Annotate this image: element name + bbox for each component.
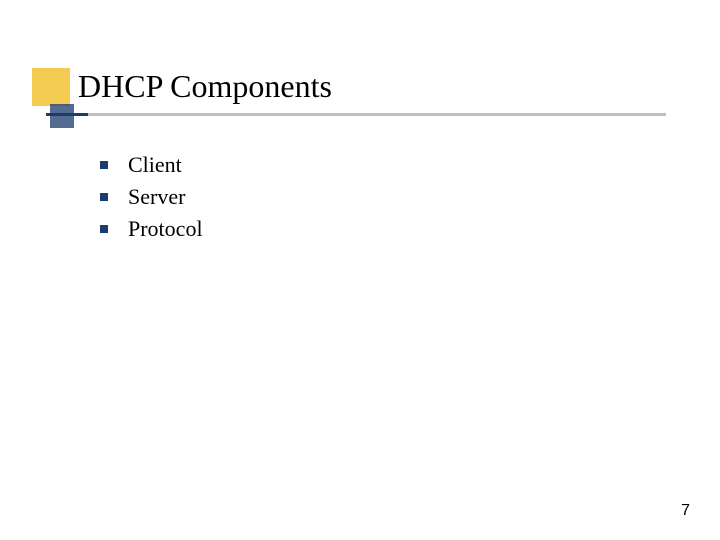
title-underline (46, 113, 720, 116)
bullet-square-icon (100, 225, 108, 233)
bullet-square-icon (100, 193, 108, 201)
slide-title: DHCP Components (78, 68, 720, 113)
list-item: Client (100, 152, 720, 178)
bullet-text: Protocol (128, 216, 203, 242)
bullet-square-icon (100, 161, 108, 169)
slide-header: DHCP Components (0, 0, 720, 116)
list-item: Protocol (100, 216, 720, 242)
decorative-yellow-square (32, 68, 70, 106)
underline-gray-segment (46, 113, 666, 116)
bullet-text: Client (128, 152, 182, 178)
title-container: DHCP Components (70, 68, 720, 116)
list-item: Server (100, 184, 720, 210)
slide-content: Client Server Protocol (100, 152, 720, 242)
bullet-text: Server (128, 184, 185, 210)
decorative-navy-square (50, 104, 74, 128)
page-number: 7 (681, 502, 690, 520)
